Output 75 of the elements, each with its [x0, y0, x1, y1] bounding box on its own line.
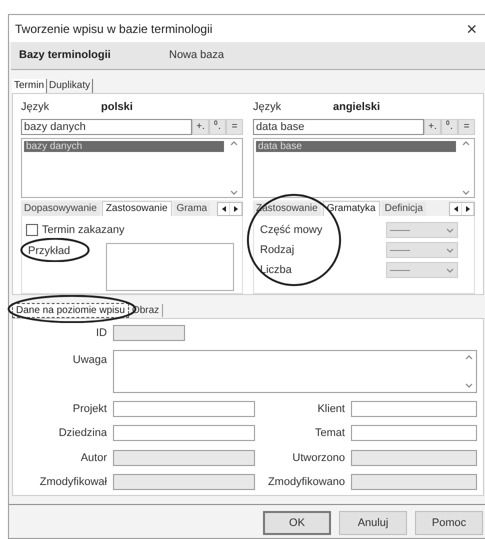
dialog-button[interactable]: Pomoc [415, 511, 483, 535]
text-area[interactable] [106, 242, 234, 290]
checkbox-label: Termin zakazany [42, 223, 125, 238]
field-label: Dziedzina [58, 426, 107, 441]
chevron-down-icon[interactable] [465, 382, 473, 388]
term-tool-button[interactable]: +. [424, 119, 441, 135]
window-title: Tworzenie wpisu w bazie terminologii [15, 20, 212, 38]
field-label: Uwaga [72, 352, 107, 368]
language-name: polski [101, 100, 133, 115]
list-item[interactable]: data base [256, 141, 456, 152]
text-field[interactable] [351, 400, 477, 417]
dropdown[interactable]: —— [386, 222, 458, 238]
dropdown[interactable]: —— [386, 242, 458, 258]
field-label: Zmodyfikował [38, 475, 107, 490]
term-tool-button[interactable]: = [458, 119, 475, 135]
subtab[interactable]: Definicja [382, 202, 426, 216]
subtab[interactable]: Grama [174, 202, 210, 216]
term-input[interactable]: data base [253, 119, 424, 135]
chevron-up-icon[interactable] [465, 354, 473, 360]
chevron-down-icon[interactable] [446, 268, 454, 272]
dropdown-value: —— [390, 264, 410, 278]
field-label: Zmodyfikowano [266, 475, 345, 490]
scroll-right-button[interactable] [230, 203, 242, 215]
chevron-up-icon[interactable] [462, 141, 470, 146]
field-label: Temat [314, 426, 345, 441]
scroll-right-button[interactable] [462, 203, 474, 215]
text-field[interactable] [351, 425, 477, 442]
term-tool-button[interactable]: ⁰. [441, 119, 458, 135]
checkbox[interactable] [26, 224, 38, 236]
text-field[interactable] [113, 400, 255, 417]
chevron-down-icon[interactable] [446, 248, 454, 252]
field-label: ID [95, 326, 107, 341]
term-list[interactable]: data base [253, 138, 475, 198]
field-label: Przykład [28, 244, 70, 256]
text-field[interactable] [113, 425, 255, 442]
field-label: Rodzaj [259, 242, 296, 258]
subtab[interactable]: Gramatyka [322, 201, 380, 216]
scroll-left-button[interactable] [450, 203, 462, 215]
chevron-down-icon[interactable] [230, 190, 238, 195]
chevron-down-icon[interactable] [462, 190, 470, 195]
text-area[interactable] [113, 350, 477, 392]
dropdown-value: —— [390, 224, 410, 238]
subtab[interactable]: Zastosowanie [102, 201, 172, 216]
header-label: Bazy terminologii [19, 48, 112, 64]
dropdown[interactable]: —— [386, 262, 458, 278]
term-input[interactable]: bazy danych [21, 119, 192, 135]
term-tool-button[interactable]: ⁰. [209, 119, 226, 135]
header-value: Nowa baza [169, 48, 224, 64]
triangle-right-icon [466, 206, 470, 212]
triangle-right-icon [234, 206, 238, 212]
field-label: Projekt [72, 402, 107, 416]
tab[interactable]: Termin [12, 79, 46, 93]
dialog-button[interactable]: Anuluj [339, 511, 407, 535]
term-tool-button[interactable]: +. [192, 119, 209, 135]
field-label: Autor [80, 450, 107, 466]
subtab[interactable]: Dopasowywanie [21, 202, 100, 216]
dialog-button[interactable]: OK [263, 511, 331, 535]
field-label: Część mowy [259, 222, 324, 238]
triangle-left-icon [222, 206, 226, 212]
field-label: Liczba [259, 262, 293, 278]
language-label: Język [253, 100, 282, 115]
chevron-up-icon[interactable] [230, 141, 238, 146]
field-label: Klient [316, 402, 345, 416]
term-list[interactable]: bazy danych [21, 138, 243, 198]
field-label: Utworzono [291, 450, 345, 466]
tab[interactable]: Dane na poziomie wpisu [12, 302, 129, 318]
dropdown-value: —— [390, 244, 410, 258]
language-label: Język [21, 100, 50, 115]
triangle-left-icon [454, 206, 458, 212]
term-tool-button[interactable]: = [226, 119, 243, 135]
scroll-left-button[interactable] [218, 203, 230, 215]
language-name: angielski [333, 100, 380, 115]
list-item[interactable]: bazy danych [24, 141, 224, 152]
close-button[interactable]: × [462, 20, 481, 38]
chevron-down-icon[interactable] [446, 228, 454, 232]
